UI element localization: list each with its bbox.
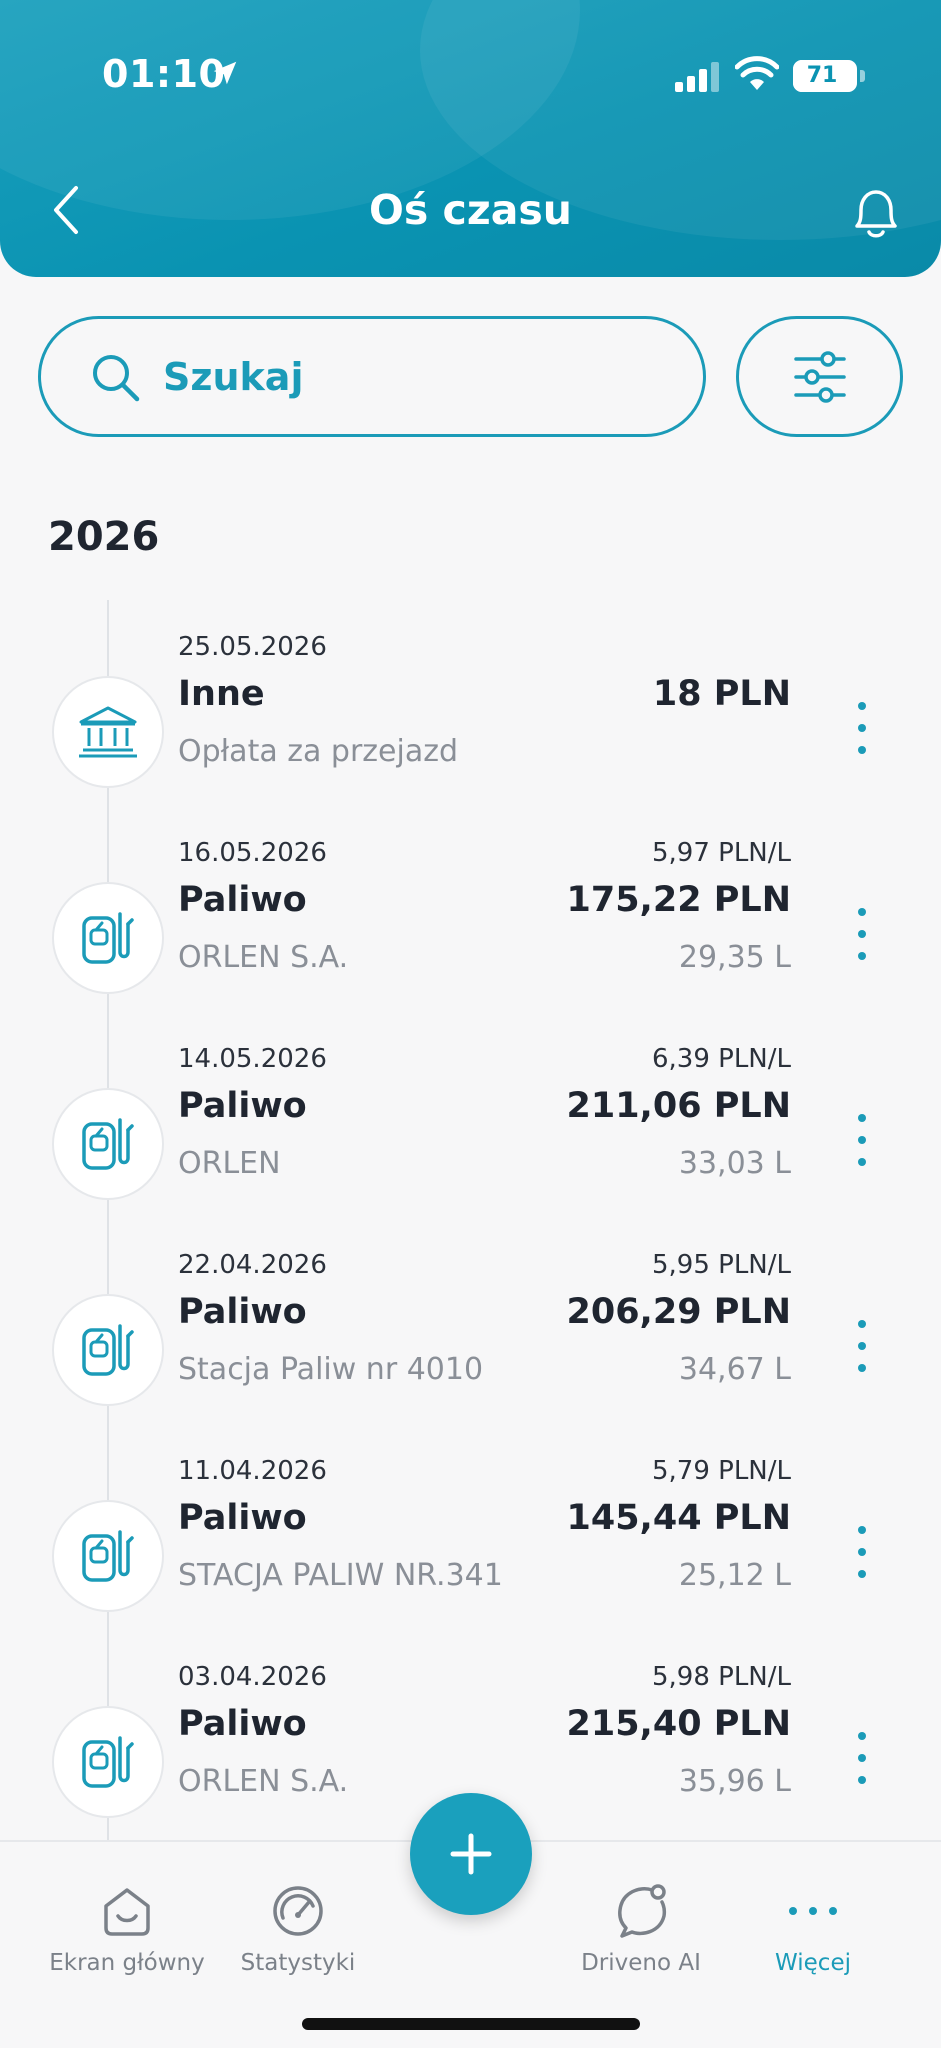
entry-amount: 206,29 PLN [566, 1292, 792, 1332]
entry-price-per-liter: 6,39 PLN/L [651, 1044, 791, 1074]
timeline-entry[interactable]: 22.04.2026 5,95 PLN/L Paliwo 206,29 PLN … [0, 1250, 941, 1420]
more-options-button[interactable] [842, 1108, 882, 1172]
entry-amount: 175,22 PLN [566, 880, 792, 920]
speedometer-icon [273, 1886, 323, 1936]
header: 01:10 71 Oś czasu [0, 0, 941, 277]
entry-station: ORLEN S.A. [178, 1764, 349, 1799]
entry-category: Paliwo [178, 1086, 307, 1126]
entry-icon-circle [52, 1294, 164, 1406]
entry-amount: 215,40 PLN [566, 1704, 792, 1744]
entry-amount: 18 PLN [652, 674, 791, 714]
sliders-icon [793, 350, 846, 403]
entry-icon-circle [52, 676, 164, 788]
entry-amount: 211,06 PLN [566, 1086, 792, 1126]
entry-icon-circle [52, 1706, 164, 1818]
nav-home[interactable]: Ekran główny [27, 1882, 227, 1976]
entry-date: 25.05.2026 [178, 632, 327, 662]
page-title: Oś czasu [369, 186, 572, 234]
timeline-entry[interactable]: 11.04.2026 5,79 PLN/L Paliwo 145,44 PLN … [0, 1456, 941, 1626]
entry-date: 16.05.2026 [178, 838, 327, 868]
bank-icon [79, 706, 137, 758]
entry-price-per-liter: 5,97 PLN/L [651, 838, 791, 868]
entry-volume: 35,96 L [678, 1764, 791, 1799]
entry-price-per-liter: 5,79 PLN/L [651, 1456, 791, 1486]
more-horizontal-icon [789, 1907, 837, 1915]
cellular-signal-icon [675, 62, 719, 92]
search-input[interactable] [163, 354, 603, 399]
entry-icon-circle [52, 882, 164, 994]
search-bar[interactable] [38, 316, 706, 437]
battery-tip [860, 70, 865, 82]
home-icon [104, 1888, 150, 1936]
entry-category: Paliwo [178, 1498, 307, 1538]
fuel-pump-icon [82, 1118, 134, 1170]
wifi-icon [735, 56, 779, 90]
more-options-button[interactable] [842, 1520, 882, 1584]
nav-home-label: Ekran główny [49, 1950, 205, 1976]
entry-station: STACJA PALIW NR.341 [178, 1558, 503, 1593]
plus-icon [450, 1833, 492, 1875]
filter-button[interactable] [736, 316, 903, 437]
nav-statistics-label: Statystyki [240, 1950, 356, 1976]
chat-bubble-icon [618, 1884, 667, 1938]
timeline-entry[interactable]: 14.05.2026 6,39 PLN/L Paliwo 211,06 PLN … [0, 1044, 941, 1214]
entry-volume: 29,35 L [678, 940, 791, 975]
entry-station: ORLEN [178, 1146, 281, 1181]
fuel-pump-icon [82, 912, 134, 964]
entry-volume: 25,12 L [678, 1558, 791, 1593]
entry-category: Inne [178, 674, 265, 714]
home-indicator [302, 2018, 640, 2030]
bell-icon [855, 190, 897, 238]
entry-date: 22.04.2026 [178, 1250, 327, 1280]
more-options-button[interactable] [842, 1314, 882, 1378]
entry-station: Stacja Paliw nr 4010 [178, 1352, 484, 1387]
entry-category: Paliwo [178, 1292, 307, 1332]
more-options-button[interactable] [842, 902, 882, 966]
nav-driveno-ai-label: Driveno AI [581, 1950, 701, 1976]
fuel-pump-icon [82, 1530, 134, 1582]
entry-date: 14.05.2026 [178, 1044, 327, 1074]
timeline-entry[interactable]: 16.05.2026 5,97 PLN/L Paliwo 175,22 PLN … [0, 838, 941, 1008]
nav-more-label: Więcej [775, 1950, 851, 1976]
add-entry-button[interactable] [410, 1793, 532, 1915]
entry-volume: 33,03 L [678, 1146, 791, 1181]
year-heading: 2026 [48, 514, 160, 560]
entry-category: Paliwo [178, 880, 307, 920]
more-options-button[interactable] [842, 696, 882, 760]
entry-category: Paliwo [178, 1704, 307, 1744]
entry-icon-circle [52, 1500, 164, 1612]
battery-indicator: 71 [793, 60, 857, 92]
entry-amount: 145,44 PLN [566, 1498, 792, 1538]
notifications-button[interactable] [845, 182, 907, 244]
nav-more[interactable]: Więcej [713, 1882, 913, 1976]
more-options-button[interactable] [842, 1726, 882, 1790]
entry-price-per-liter: 5,95 PLN/L [651, 1250, 791, 1280]
entry-volume: 34,67 L [678, 1352, 791, 1387]
entry-price-per-liter: 5,98 PLN/L [651, 1662, 791, 1692]
entry-description: Opłata za przejazd [178, 734, 459, 769]
search-icon [93, 354, 140, 401]
fuel-pump-icon [82, 1324, 134, 1376]
nav-driveno-ai[interactable]: Driveno AI [541, 1882, 741, 1976]
timeline-entry[interactable]: 25.05.2026 Inne 18 PLN Opłata za przejaz… [0, 632, 941, 802]
nav-statistics[interactable]: Statystyki [198, 1882, 398, 1976]
entry-date: 03.04.2026 [178, 1662, 327, 1692]
battery-level: 71 [806, 63, 838, 88]
status-time: 01:10 [102, 52, 226, 96]
entry-date: 11.04.2026 [178, 1456, 327, 1486]
location-arrow-icon [213, 61, 237, 85]
entry-station: ORLEN S.A. [178, 940, 349, 975]
fuel-pump-icon [82, 1736, 134, 1788]
entry-icon-circle [52, 1088, 164, 1200]
